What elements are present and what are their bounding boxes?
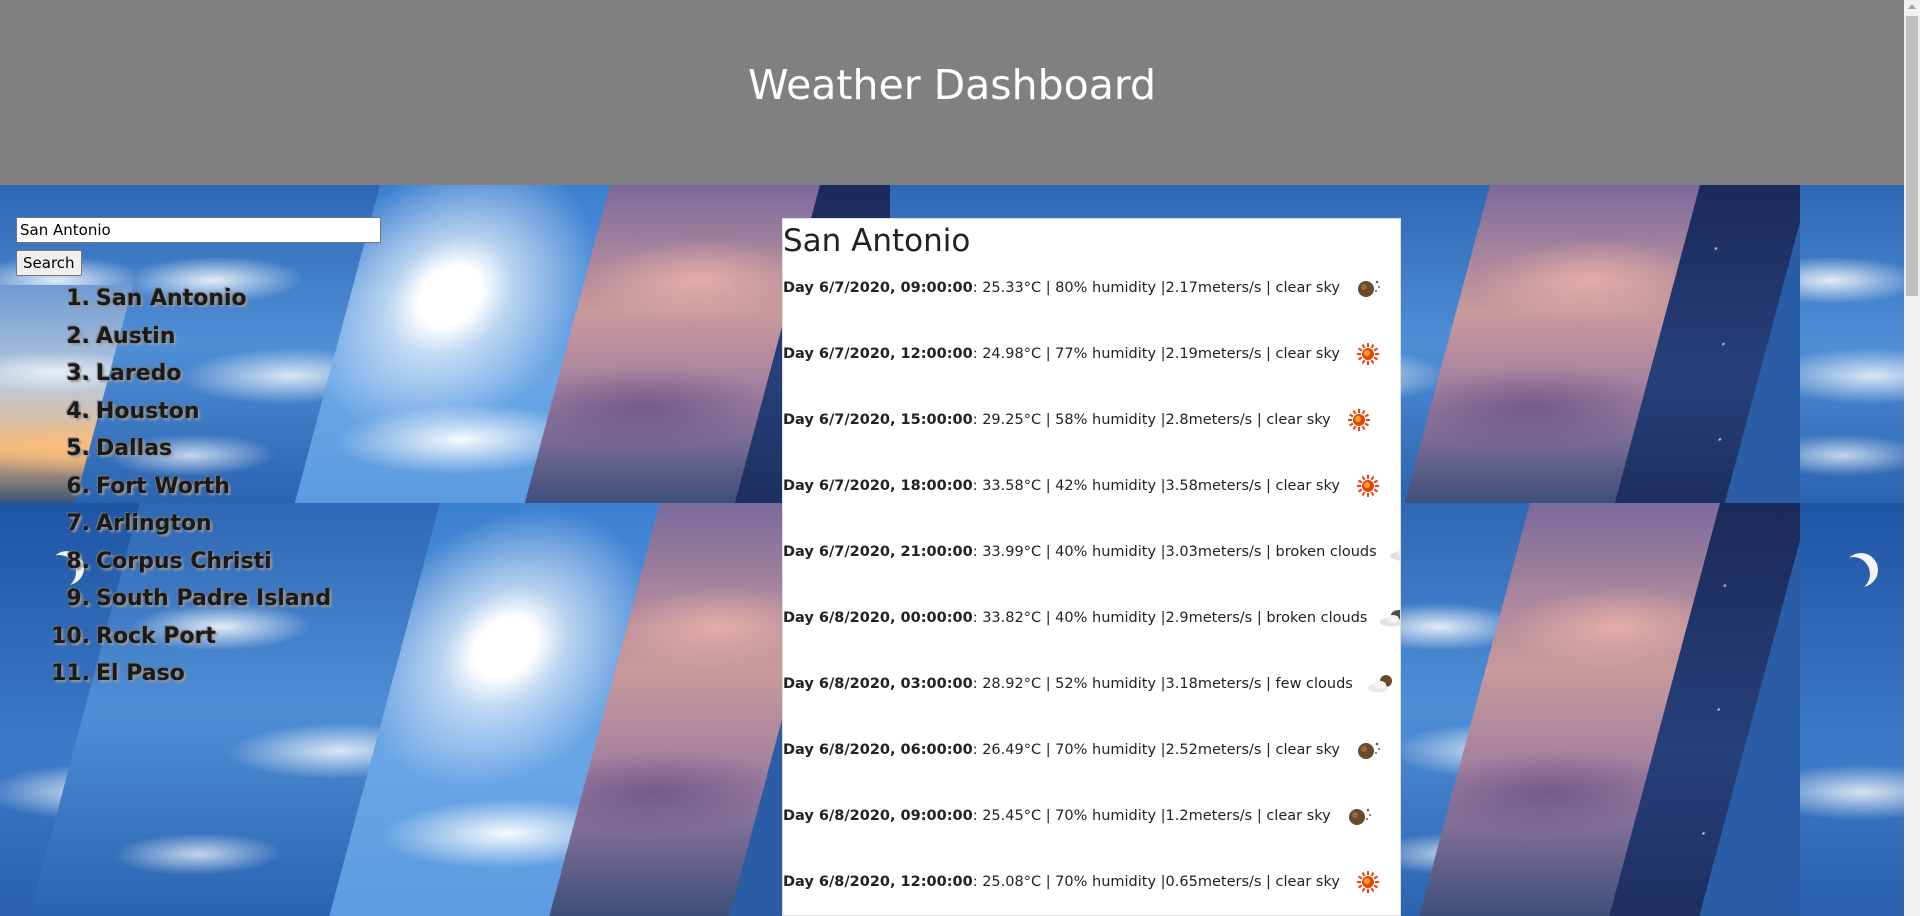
forecast-detail: : 26.49°C | 70% humidity |2.52meters/s |… [972, 742, 1340, 758]
search-history-list: 1. San Antonio 2. Austin 3. Laredo 4. Houston 5.… [0, 280, 331, 693]
history-city-item[interactable]: 4. Houston [0, 393, 331, 431]
history-city-item[interactable]: 11. El Paso [0, 655, 331, 693]
broken-clouds-icon [1389, 540, 1400, 564]
forecast-row: Day 6/7/2020, 15:00:00: 29.25°C | 58% hu… [783, 405, 1375, 435]
forecast-detail: : 33.82°C | 40% humidity |2.9meters/s | … [972, 610, 1368, 626]
clear-night-icon [1352, 738, 1384, 762]
page-title: Weather Dashboard [747, 61, 1157, 109]
forecast-card: San Antonio Day 6/7/2020, 09:00:00: 25.3… [782, 218, 1401, 916]
forecast-detail: : 33.99°C | 40% humidity |3.03meters/s |… [972, 544, 1377, 560]
forecast-datetime: Day 6/8/2020, 12:00:00 [783, 874, 973, 890]
history-city-item[interactable]: 9. South Padre Island [0, 580, 331, 618]
page-header: Weather Dashboard [0, 0, 1904, 185]
forecast-row: Day 6/7/2020, 21:00:00: 33.99°C | 40% hu… [783, 537, 1400, 567]
scroll-up-arrow-icon[interactable] [1908, 4, 1916, 9]
history-city-item[interactable]: 7. Arlington [0, 505, 331, 543]
clear-night-icon [1343, 804, 1375, 828]
forecast-detail: : 25.45°C | 70% humidity |1.2meters/s | … [972, 808, 1331, 824]
history-city-item[interactable]: 3. Laredo [0, 355, 331, 393]
forecast-datetime: Day 6/8/2020, 00:00:00 [783, 610, 973, 626]
forecast-detail: : 28.92°C | 52% humidity |3.18meters/s |… [972, 676, 1353, 692]
history-city-number: 11. [51, 661, 90, 686]
forecast-row: Day 6/8/2020, 06:00:00: 26.49°C | 70% hu… [783, 735, 1384, 765]
history-city-item[interactable]: 10. Rock Port [0, 618, 331, 656]
forecast-datetime: Day 6/7/2020, 09:00:00 [783, 280, 973, 296]
forecast-datetime: Day 6/7/2020, 12:00:00 [783, 346, 973, 362]
sky-panel [1800, 185, 1904, 503]
forecast-detail: : 25.33°C | 80% humidity |2.17meters/s |… [972, 280, 1340, 296]
forecast-row: Day 6/8/2020, 03:00:00: 28.92°C | 52% hu… [783, 669, 1397, 699]
sun-icon [1352, 474, 1384, 498]
forecast-row: Day 6/8/2020, 12:00:00: 25.08°C | 70% hu… [783, 867, 1384, 897]
clear-night-icon [1352, 276, 1384, 300]
history-city-item[interactable]: 2. Austin [0, 318, 331, 356]
history-city-number: 6. [66, 473, 90, 499]
history-city-number: 1. [66, 286, 90, 311]
vertical-scrollbar[interactable] [1904, 0, 1920, 916]
history-city-number: 2. [66, 323, 90, 349]
history-city-name[interactable]: Dallas [96, 436, 172, 461]
forecast-datetime: Day 6/7/2020, 15:00:00 [783, 412, 973, 428]
history-city-name[interactable]: San Antonio [96, 286, 247, 311]
forecast-row: Day 6/8/2020, 00:00:00: 33.82°C | 40% hu… [783, 603, 1400, 633]
forecast-datetime: Day 6/8/2020, 06:00:00 [783, 742, 973, 758]
forecast-detail: : 33.58°C | 42% humidity |3.58meters/s |… [972, 478, 1340, 494]
sun-icon [1352, 870, 1384, 894]
search-input[interactable] [16, 217, 381, 243]
moon-icon [1836, 557, 1870, 591]
history-city-name[interactable]: Fort Worth [96, 474, 230, 499]
search-button[interactable]: Search [16, 250, 82, 276]
history-city-number: 8. [66, 548, 90, 574]
history-city-number: 4. [66, 398, 90, 424]
forecast-datetime: Day 6/7/2020, 21:00:00 [783, 544, 973, 560]
forecast-detail: : 29.25°C | 58% humidity |2.8meters/s | … [972, 412, 1331, 428]
sun-icon [1352, 342, 1384, 366]
history-city-name[interactable]: Rock Port [96, 624, 216, 649]
forecast-row: Day 6/8/2020, 09:00:00: 25.45°C | 70% hu… [783, 801, 1375, 831]
forecast-datetime: Day 6/8/2020, 03:00:00 [783, 676, 973, 692]
forecast-detail: : 25.08°C | 70% humidity |0.65meters/s |… [972, 874, 1340, 890]
forecast-row: Day 6/7/2020, 12:00:00: 24.98°C | 77% hu… [783, 339, 1384, 369]
history-city-item[interactable]: 5. Dallas [0, 430, 331, 468]
history-city-name[interactable]: Laredo [96, 361, 182, 386]
history-city-name[interactable]: Corpus Christi [96, 549, 272, 574]
history-city-number: 9. [66, 586, 90, 611]
broken-clouds-icon [1379, 606, 1400, 630]
history-city-name[interactable]: Arlington [96, 511, 212, 536]
forecast-city-title: San Antonio [783, 223, 971, 259]
history-city-number: 3. [66, 361, 90, 386]
forecast-row: Day 6/7/2020, 09:00:00: 25.33°C | 80% hu… [783, 273, 1384, 303]
history-city-number: 5. [66, 436, 90, 461]
history-city-name[interactable]: Austin [96, 324, 176, 349]
history-city-name[interactable]: Houston [96, 399, 200, 424]
history-city-item[interactable]: 6. Fort Worth [0, 468, 331, 506]
history-city-name[interactable]: El Paso [96, 661, 185, 686]
history-city-item[interactable]: 8. Corpus Christi [0, 543, 331, 581]
forecast-datetime: Day 6/8/2020, 09:00:00 [783, 808, 973, 824]
scrollbar-thumb[interactable] [1906, 16, 1918, 296]
forecast-detail: : 24.98°C | 77% humidity |2.19meters/s |… [972, 346, 1340, 362]
history-city-number: 10. [51, 623, 90, 649]
history-city-name[interactable]: South Padre Island [96, 586, 331, 611]
forecast-datetime: Day 6/7/2020, 18:00:00 [783, 478, 973, 494]
history-city-number: 7. [66, 511, 90, 536]
sun-icon [1343, 408, 1375, 432]
history-city-item[interactable]: 1. San Antonio [0, 280, 331, 318]
few-clouds-night-icon [1365, 672, 1397, 696]
forecast-row: Day 6/7/2020, 18:00:00: 33.58°C | 42% hu… [783, 471, 1384, 501]
